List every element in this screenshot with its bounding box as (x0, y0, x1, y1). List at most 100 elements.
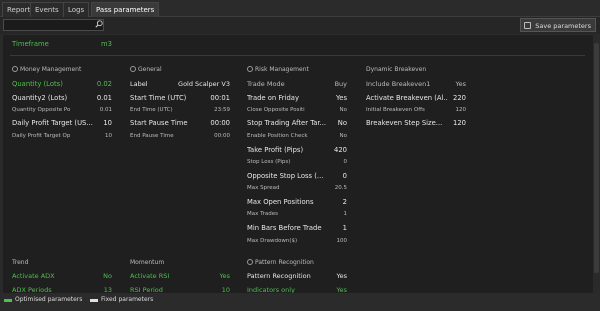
param-label: Start Time (UTC) (130, 94, 187, 102)
param-row[interactable]: Start Time (UTC) 00:01 (130, 93, 230, 103)
param-value: No (339, 133, 347, 139)
vertical-scrollbar[interactable] (593, 35, 600, 293)
general-icon (130, 66, 136, 72)
param-row[interactable]: Stop Loss (Pips) 0 (247, 157, 347, 167)
param-value: 120 (455, 107, 467, 113)
section-title: Risk Management (255, 66, 309, 73)
param-row[interactable]: Activate RSI Yes (130, 271, 230, 281)
param-row[interactable]: Trade Mode Buy (247, 79, 347, 89)
param-row[interactable]: Quantity Opposite Po 0.01 (12, 105, 112, 115)
param-value: 00:00 (210, 119, 230, 127)
param-row[interactable]: Opposite Stop Loss (... 0 (247, 171, 347, 181)
section-momentum: Momentum (130, 258, 164, 268)
param-value: 10 (103, 119, 112, 127)
legend-bar: Optimised parameters Fixed parameters (0, 293, 600, 311)
param-row[interactable]: Include Breakeven1 Yes (366, 79, 466, 89)
param-label: Max Spread (247, 185, 280, 191)
param-label: Activate ADX (12, 272, 55, 280)
section-trend: Trend (12, 258, 28, 268)
save-parameters-button[interactable]: Save parameters (520, 18, 596, 32)
param-value: m3 (101, 40, 112, 48)
param-label: Quantity (Lots) (12, 80, 63, 88)
param-value: 220 (453, 94, 466, 102)
param-row[interactable]: Max Spread 20.5 (247, 183, 347, 193)
param-row[interactable]: Max Drawdown($) 100 (247, 236, 347, 246)
section-general: General (130, 65, 162, 75)
scrollbar-thumb[interactable] (594, 43, 599, 273)
param-value: 0 (343, 159, 348, 165)
tab-events[interactable]: Events (30, 2, 64, 17)
section-dynamic-breakeven: Dynamic Breakeven (366, 65, 426, 75)
param-row[interactable]: Activate ADX No (12, 271, 112, 281)
param-label: Timeframe (12, 40, 49, 48)
money-icon (12, 66, 18, 72)
param-label: Max Trades (247, 211, 279, 217)
param-row[interactable]: Min Bars Before Trade 1 (247, 223, 347, 233)
param-value: 00:00 (214, 133, 230, 139)
param-value: No (339, 107, 347, 113)
param-row[interactable]: Max Open Positions 2 (247, 197, 347, 207)
param-row[interactable]: Breakeven Step Size... 120 (366, 118, 466, 128)
param-row[interactable]: Daily Profit Target (US... 10 (12, 118, 112, 128)
param-row[interactable]: Quantity2 (Lots) 0.01 (12, 93, 112, 103)
tab-logs[interactable]: Logs (63, 2, 90, 17)
param-value: 0.02 (96, 80, 112, 88)
param-label: Enable Position Check (247, 133, 308, 139)
param-label: Breakeven Step Size... (366, 119, 443, 127)
param-row[interactable]: Trade on Friday Yes (247, 93, 347, 103)
param-label: Daily Profit Target Op (12, 133, 71, 139)
param-label: Daily Profit Target (US... (12, 119, 93, 127)
param-row[interactable]: Pattern Recognition Yes (247, 271, 347, 281)
section-title: Momentum (130, 259, 165, 266)
tab-pass-parameters[interactable]: Pass parameters (91, 2, 160, 17)
tab-bar: Report Events Logs Pass parameters (0, 0, 600, 17)
param-value: 1 (343, 211, 348, 217)
param-value: 0 (342, 172, 347, 180)
section-title: Trend (12, 259, 29, 266)
legend-fixed: Fixed parameters (101, 296, 154, 303)
param-label: Max Open Positions (247, 198, 314, 206)
param-label: End Pause Time (130, 133, 174, 139)
section-risk-management: Risk Management (247, 65, 309, 75)
param-value: 00:01 (210, 94, 230, 102)
param-row[interactable]: Close Opposite Positi No (247, 105, 347, 115)
param-value: Gold Scalper V3 (178, 80, 230, 88)
save-icon (524, 22, 532, 29)
param-row[interactable]: End Time (UTC) 23:59 (130, 105, 230, 115)
param-row[interactable]: Take Profit (Pips) 420 (247, 145, 347, 155)
search-input[interactable] (3, 19, 104, 31)
param-row[interactable]: Stop Trading After Tar... No (247, 118, 347, 128)
divider (10, 55, 585, 56)
param-label: Include Breakeven1 (366, 80, 431, 88)
param-row[interactable]: End Pause Time 00:00 (130, 131, 230, 141)
param-row[interactable]: Max Trades 1 (247, 209, 347, 219)
param-row[interactable]: Start Pause Time 00:00 (130, 118, 230, 128)
param-row-timeframe[interactable]: Timeframe m3 (12, 39, 112, 49)
param-label: Pattern Recognition (247, 272, 311, 280)
param-label: Trade Mode (247, 80, 285, 88)
param-row[interactable]: Daily Profit Target Op 10 (12, 131, 112, 141)
section-money-management: Money Management (12, 65, 81, 75)
param-value: Yes (455, 80, 467, 88)
param-value: 2 (342, 198, 347, 206)
section-title: Dynamic Breakeven (366, 66, 427, 73)
param-value: Yes (336, 272, 348, 280)
param-value: 0.01 (99, 107, 112, 113)
param-row[interactable]: Quantity (Lots) 0.02 (12, 79, 112, 89)
optimised-swatch (4, 299, 12, 302)
shield-icon (247, 66, 253, 72)
param-row[interactable]: Label Gold Scalper V3 (130, 79, 230, 89)
param-value: 120 (453, 119, 466, 127)
param-label: Take Profit (Pips) (247, 146, 304, 154)
param-value: 20.5 (334, 185, 347, 191)
param-row[interactable]: Initial Breakeven Offs 120 (366, 105, 466, 115)
param-label: Stop Loss (Pips) (247, 159, 291, 165)
param-row[interactable]: Activate Breakeven (Al... 220 (366, 93, 466, 103)
param-value: 420 (334, 146, 347, 154)
param-label: Quantity Opposite Po (12, 107, 71, 113)
param-label: Start Pause Time (130, 119, 188, 127)
param-label: Initial Breakeven Offs (366, 107, 425, 113)
search-icon[interactable] (95, 20, 103, 28)
param-label: Quantity2 (Lots) (12, 94, 68, 102)
param-row[interactable]: Enable Position Check No (247, 131, 347, 141)
